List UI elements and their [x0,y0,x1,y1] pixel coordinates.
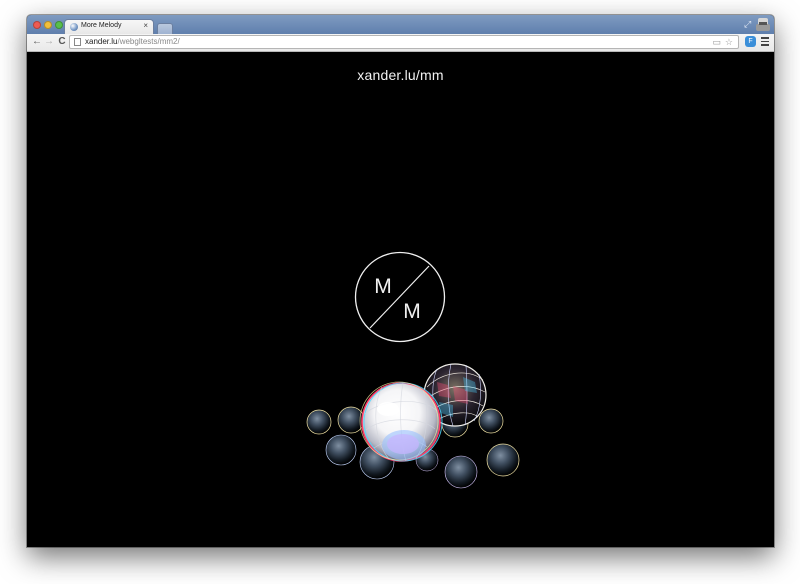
page-icon [74,38,81,46]
minimize-window-button[interactable] [44,21,52,29]
small-sphere-3 [325,434,357,466]
close-window-button[interactable] [33,21,41,29]
back-button[interactable]: ← [31,36,43,48]
maximize-window-button[interactable] [55,21,63,29]
globe-icon [70,23,78,31]
bookmark-star-icon[interactable]: ☆ [725,37,733,47]
new-tab-button[interactable] [157,23,173,34]
browser-window: More Melody × ⤢ ← → C xander.lu/webgltes… [27,15,774,547]
url-text[interactable]: xander.lu/webgltests/mm2/ [85,37,180,46]
tab-title: More Melody [81,22,122,29]
menu-icon[interactable] [761,37,769,46]
url-host: xander.lu [85,37,118,46]
small-sphere-6 [478,408,504,434]
tab-close-icon[interactable]: × [143,21,148,30]
small-sphere-7 [444,455,478,489]
small-sphere-8 [486,443,520,477]
reload-button[interactable]: C [56,36,68,48]
page-title[interactable]: xander.lu/mm [27,67,774,83]
mm-logo: M M [354,251,446,343]
logo-top-letter: M [374,275,392,298]
webgl-page: xander.lu/mm M M [27,52,774,547]
extension-icon[interactable]: F [745,36,756,47]
forward-button[interactable]: → [43,36,55,48]
incognito-profile-icon[interactable] [756,17,770,32]
browser-toolbar: ← → C xander.lu/webgltests/mm2/ ▭ ☆ F [27,34,774,52]
webgl-sphere-scene[interactable] [277,362,537,502]
small-sphere-1 [306,409,332,435]
bright-center-sphere [359,381,443,462]
logo-bottom-letter: M [403,300,421,323]
address-bar[interactable]: xander.lu/webgltests/mm2/ ▭ ☆ [69,35,739,49]
url-path: /webgltests/mm2/ [117,37,180,46]
title-bar: More Melody × ⤢ [27,15,774,35]
fullscreen-icon[interactable]: ⤢ [744,19,754,29]
camera-icon[interactable]: ▭ [712,37,721,47]
browser-tab[interactable]: More Melody × [64,19,154,34]
